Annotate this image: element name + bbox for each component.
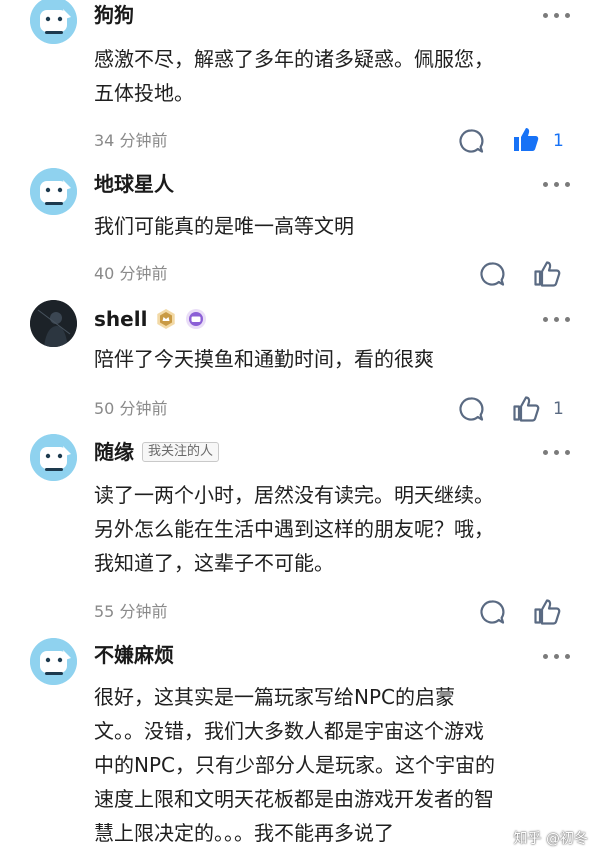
reply-icon[interactable] (478, 260, 506, 288)
following-tag: 我关注的人 (142, 442, 220, 462)
more-options-icon[interactable] (543, 651, 570, 661)
gold-member-badge-icon (155, 308, 177, 330)
comment-text: 陪伴了今天摸鱼和通勤时间，看的很爽 (94, 347, 434, 371)
more-options-icon[interactable] (543, 314, 570, 324)
thumbs-up-filled-icon[interactable] (512, 125, 540, 153)
more-options-icon[interactable] (543, 447, 570, 457)
dog-avatar-icon[interactable] (30, 434, 77, 481)
dog-avatar-icon[interactable] (30, 0, 77, 44)
reply-icon[interactable] (478, 598, 506, 626)
more-options-icon[interactable] (543, 179, 570, 189)
dog-avatar-icon[interactable] (30, 638, 77, 685)
reply-icon[interactable] (457, 127, 485, 155)
comment-time: 34 分钟前 (94, 131, 168, 150)
purple-member-badge-icon (185, 308, 207, 330)
comment-text: 感激不尽，解惑了多年的诸多疑惑。佩服您， 五体投地。 (94, 47, 494, 105)
comment-time: 55 分钟前 (94, 602, 168, 621)
author-name[interactable]: 地球星人 (94, 171, 174, 197)
author-name[interactable]: 狗狗 (94, 2, 134, 28)
comment-time: 50 分钟前 (94, 399, 168, 418)
like-count: 1 (553, 131, 564, 151)
more-options-icon[interactable] (543, 10, 570, 20)
author-name[interactable]: shell (94, 306, 207, 332)
author-name[interactable]: 随缘 我关注的人 (94, 439, 220, 465)
comment-text: 很好，这其实是一篇玩家写给NPC的启蒙 文。。没错，我们大多数人都是宇宙这个游戏… (94, 685, 495, 845)
dark-portrait-avatar-icon[interactable] (30, 300, 77, 347)
author-name[interactable]: 不嫌麻烦 (94, 642, 174, 668)
thumbs-up-icon[interactable] (512, 394, 540, 422)
comment-time: 40 分钟前 (94, 264, 168, 283)
thumbs-up-icon[interactable] (533, 597, 561, 625)
like-count: 1 (553, 399, 564, 419)
thumbs-up-icon[interactable] (533, 259, 561, 287)
dog-avatar-icon[interactable] (30, 168, 77, 215)
reply-icon[interactable] (457, 395, 485, 423)
watermark: 知乎 @初冬 (513, 831, 588, 847)
comment-text: 读了一两个小时，居然没有读完。明天继续。 另外怎么能在生活中遇到这样的朋友呢？哦… (94, 483, 494, 575)
comment-text: 我们可能真的是唯一高等文明 (94, 214, 354, 238)
